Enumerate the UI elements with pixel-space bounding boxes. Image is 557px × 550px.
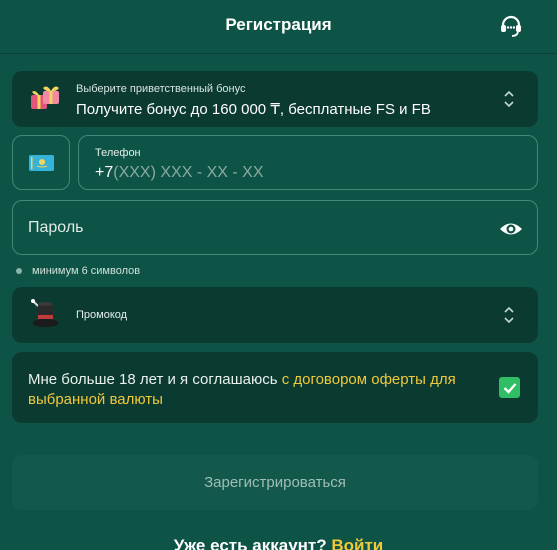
register-button[interactable]: Зарегистрироваться bbox=[12, 455, 538, 510]
kazakhstan-flag-icon bbox=[29, 155, 54, 171]
bonus-select[interactable]: Выберите приветственный бонус Получите б… bbox=[12, 71, 538, 127]
phone-label: Телефон bbox=[95, 147, 141, 159]
chevron-up-down-icon bbox=[502, 305, 516, 325]
phone-mask: (XXX) XXX - XX - XX bbox=[113, 164, 264, 181]
eye-icon[interactable] bbox=[498, 218, 524, 240]
login-prompt-text: Уже есть аккаунт? bbox=[173, 536, 332, 550]
header: Регистрация bbox=[0, 0, 557, 54]
agreement-text: Мне больше 18 лет и я соглашаюсь с догов… bbox=[28, 370, 488, 410]
registration-page: Регистрация Выберите приветственный бону… bbox=[0, 0, 557, 550]
page-title: Регистрация bbox=[225, 15, 332, 34]
phone-field[interactable]: Телефон +7(XXX) XXX - XX - XX bbox=[78, 135, 538, 190]
headset-icon[interactable] bbox=[498, 13, 524, 39]
gift-icon bbox=[29, 83, 61, 113]
promo-select[interactable]: Промокод bbox=[12, 287, 538, 343]
bonus-value: Получите бонус до 160 000 ₸, бесплатные … bbox=[76, 101, 431, 118]
login-link[interactable]: Войти bbox=[331, 536, 383, 550]
agreement-block: Мне больше 18 лет и я соглашаюсь с догов… bbox=[12, 352, 538, 423]
password-field[interactable]: Пароль bbox=[12, 200, 538, 255]
login-prompt: Уже есть аккаунт? Войти bbox=[0, 536, 557, 550]
hint-dot-icon bbox=[16, 268, 22, 274]
agreement-checkbox[interactable] bbox=[499, 377, 520, 398]
phone-code: +7 bbox=[95, 164, 114, 181]
magic-hat-icon bbox=[29, 297, 61, 331]
agreement-label: Мне больше 18 лет и я соглашаюсь bbox=[28, 371, 282, 388]
password-input[interactable]: Пароль bbox=[28, 219, 84, 237]
password-hint: минимум 6 символов bbox=[16, 265, 140, 277]
promo-label: Промокод bbox=[76, 309, 128, 321]
phone-input[interactable]: +7(XXX) XXX - XX - XX bbox=[95, 164, 264, 182]
bonus-label: Выберите приветственный бонус bbox=[76, 83, 246, 95]
password-hint-text: минимум 6 символов bbox=[32, 265, 141, 277]
checkmark-icon bbox=[503, 382, 516, 394]
country-select[interactable] bbox=[12, 135, 70, 190]
chevron-up-down-icon bbox=[502, 89, 516, 109]
